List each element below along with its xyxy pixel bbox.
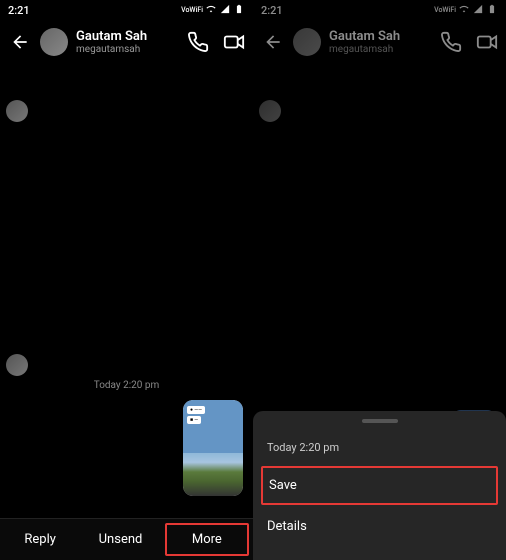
image-overlay-tag: ■ — <box>187 416 201 424</box>
sent-image-message[interactable]: ● —— ■ — <box>183 400 243 496</box>
message-avatar[interactable] <box>6 100 28 122</box>
wifi-icon <box>458 4 470 17</box>
call-icon[interactable] <box>440 31 462 53</box>
vowifi-label: VoWiFi <box>181 6 203 14</box>
status-time: 2:21 <box>8 4 30 17</box>
sheet-timestamp: Today 2:20 pm <box>253 431 506 464</box>
status-bar: 2:21 VoWiFi <box>0 0 253 20</box>
chat-area[interactable]: Today 2:20 pm ● —— ■ — <box>0 64 253 518</box>
call-icon[interactable] <box>187 31 209 53</box>
video-call-icon[interactable] <box>476 31 498 53</box>
reply-button[interactable]: Reply <box>0 519 80 560</box>
back-button[interactable] <box>8 30 32 54</box>
user-avatar[interactable] <box>293 28 321 56</box>
battery-icon <box>233 4 245 17</box>
signal-icon <box>219 4 231 17</box>
message-timestamp: Today 2:20 pm <box>0 380 253 391</box>
sheet-drag-handle[interactable] <box>362 419 398 423</box>
user-info[interactable]: Gautam Sah megautamsah <box>329 29 432 55</box>
back-button[interactable] <box>261 30 285 54</box>
screen-right: 2:21 VoWiFi Gautam Sah megautamsah <box>253 0 506 560</box>
status-time: 2:21 <box>261 4 283 17</box>
user-name: Gautam Sah <box>329 29 432 44</box>
signal-icon <box>472 4 484 17</box>
message-avatar[interactable] <box>6 354 28 376</box>
user-name: Gautam Sah <box>76 29 179 44</box>
screen-left: 2:21 VoWiFi Gautam Sah megautamsah <box>0 0 253 560</box>
message-actions-bar: Reply Unsend More <box>0 518 253 560</box>
save-option[interactable]: Save <box>261 466 498 505</box>
details-option[interactable]: Details <box>253 507 506 546</box>
user-handle: megautamsah <box>76 44 179 55</box>
wifi-icon <box>205 4 217 17</box>
chat-header: Gautam Sah megautamsah <box>253 20 506 64</box>
chat-header: Gautam Sah megautamsah <box>0 20 253 64</box>
more-button[interactable]: More <box>165 523 249 556</box>
user-handle: megautamsah <box>329 44 432 55</box>
status-icons: VoWiFi <box>181 4 245 17</box>
more-options-sheet: Today 2:20 pm Save Details <box>253 411 506 560</box>
unsend-button[interactable]: Unsend <box>80 519 160 560</box>
message-avatar <box>259 100 281 122</box>
user-avatar[interactable] <box>40 28 68 56</box>
status-icons: VoWiFi <box>434 4 498 17</box>
vowifi-label: VoWiFi <box>434 6 456 14</box>
user-info[interactable]: Gautam Sah megautamsah <box>76 29 179 55</box>
video-call-icon[interactable] <box>223 31 245 53</box>
battery-icon <box>486 4 498 17</box>
image-overlay-tag: ● —— <box>187 406 205 414</box>
status-bar: 2:21 VoWiFi <box>253 0 506 20</box>
